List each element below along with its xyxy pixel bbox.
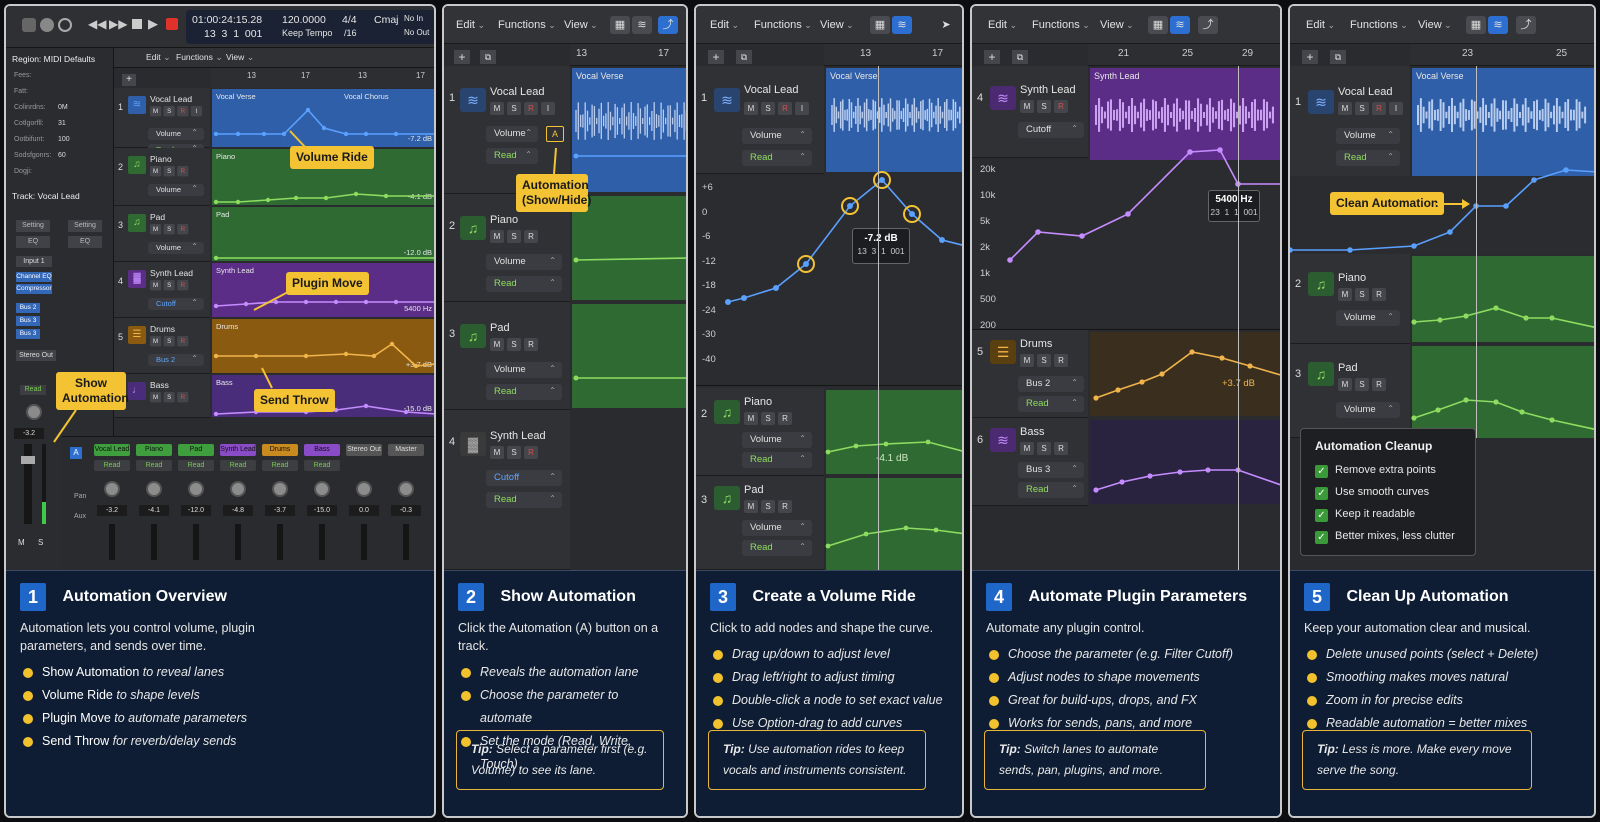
- panel-volume-ride: Edit Functions View ▦ ≋ ➤ + ⧉ 13 17 1 ≋ …: [694, 4, 964, 818]
- bullet: Choose the parameter (e.g. Filter Cutoff…: [986, 643, 1266, 666]
- bullet: Reveals the automation lane: [458, 661, 672, 684]
- panel-plugin-parameters: Edit Functions View ▦ ≋ ⤴ + ⧉ 21 25 29 4…: [970, 4, 1282, 818]
- callout-arrow: [553, 147, 557, 175]
- panel-automation-overview: ◀◀ ▶▶ ▶ 01:00:24:15.28 13 3 1 001 120.00…: [4, 4, 436, 818]
- lower-automation-curves[interactable]: [696, 6, 962, 570]
- logic-window: ◀◀ ▶▶ ▶ 01:00:24:15.28 13 3 1 001 120.00…: [6, 6, 434, 570]
- step-intro: Keep your automation clear and musical.: [1304, 621, 1531, 635]
- checklist-text: Remove extra points: [1335, 464, 1436, 476]
- tip-box: Tip: Use automation rides to keep vocals…: [708, 730, 926, 790]
- step-title: Show Automation: [500, 588, 636, 605]
- automation-node[interactable]: [1115, 387, 1121, 393]
- checklist-text: Use smooth curves: [1335, 486, 1430, 498]
- step-intro: Click the Automation (A) button on a tra…: [458, 621, 659, 653]
- step-title: Create a Volume Ride: [752, 588, 916, 605]
- automation-node[interactable]: [853, 443, 859, 449]
- bullet: Volume Ride to shape levels: [20, 684, 420, 707]
- step-number: 2: [458, 583, 484, 611]
- automation-node[interactable]: [825, 449, 831, 455]
- bullet: Choose the parameter to automate: [458, 684, 672, 730]
- checklist-text: Keep it readable: [1335, 508, 1416, 520]
- logic-window: Edit Functions View ▦ ≋ ⤴ + ⧉ 21 25 29 4…: [972, 6, 1280, 570]
- automation-node[interactable]: [883, 441, 889, 447]
- tip-box: Tip: Select a parameter first (e.g. Volu…: [456, 730, 664, 790]
- panel-show-automation: Edit Functions View ▦ ≋ ⤴ + ⧉ 13 17 1≋Vo…: [442, 4, 688, 818]
- automation-node[interactable]: [1139, 379, 1145, 385]
- automation-node[interactable]: [1247, 363, 1253, 369]
- step-card-3: 3 Create a Volume Ride Click to add node…: [696, 570, 962, 816]
- automation-node[interactable]: [825, 543, 831, 549]
- step-bullets: Choose the parameter (e.g. Filter Cutoff…: [986, 643, 1266, 735]
- automation-node[interactable]: [1093, 395, 1099, 401]
- step-number: 4: [986, 583, 1012, 611]
- automation-node[interactable]: [925, 439, 931, 445]
- bullet: Plugin Move to automate parameters: [20, 707, 420, 730]
- checkmark-icon: ✓: [1315, 531, 1328, 544]
- automation-node[interactable]: [863, 531, 869, 537]
- step-intro: Click to add nodes and shape the curve.: [710, 621, 934, 635]
- bullet: Delete unused points (select + Delete): [1304, 643, 1580, 666]
- automation-node[interactable]: [903, 525, 909, 531]
- drums-send-curve[interactable]: [1095, 351, 1280, 399]
- step-card-4: 4 Automate Plugin Parameters Automate an…: [972, 570, 1280, 816]
- automation-node[interactable]: [1205, 467, 1211, 473]
- step-intro: Automation lets you control volume, plug…: [20, 621, 255, 653]
- bullet: Drag up/down to adjust level: [710, 643, 948, 666]
- step-title: Automation Overview: [62, 588, 227, 605]
- bullet: Zoom in for precise edits: [1304, 689, 1580, 712]
- automation-node[interactable]: [1093, 487, 1099, 493]
- pad-curve[interactable]: [827, 527, 962, 547]
- logic-window: Edit Functions View ▦ ≋ ⤴ + ⧉ 23 25 1 ≋ …: [1290, 6, 1594, 570]
- step-intro: Automate any plugin control.: [986, 621, 1145, 635]
- step-bullets: Delete unused points (select + Delete) S…: [1304, 643, 1580, 735]
- automation-node[interactable]: [1147, 473, 1153, 479]
- automation-node[interactable]: [1219, 355, 1225, 361]
- step-title: Clean Up Automation: [1346, 588, 1509, 605]
- bullet: Double-click a node to set exact value: [710, 689, 948, 712]
- bullet: Show Automation to reveal lanes: [20, 661, 420, 684]
- step-bullets: Show Automation to reveal lanes Volume R…: [20, 661, 420, 753]
- bullet: Send Throw for reverb/delay sends: [20, 730, 420, 753]
- automation-node[interactable]: [933, 527, 939, 533]
- tip-box: Tip: Less is more. Make every move serve…: [1302, 730, 1532, 790]
- tip-box: Tip: Switch lanes to automate sends, pan…: [984, 730, 1206, 790]
- step-bullets: Drag up/down to adjust level Drag left/r…: [710, 643, 948, 735]
- logic-window: Edit Functions View ▦ ≋ ⤴ + ⧉ 13 17 1≋Vo…: [444, 6, 686, 570]
- send-automation-curves[interactable]: [972, 6, 1280, 570]
- piano-curve[interactable]: [827, 441, 962, 453]
- bullet: Adjust nodes to shape movements: [986, 666, 1266, 689]
- checkmark-icon: ✓: [1315, 465, 1328, 478]
- bullet: Smoothing makes moves natural: [1304, 666, 1580, 689]
- checklist-text: Better mixes, less clutter: [1335, 530, 1455, 542]
- automation-node[interactable]: [1189, 349, 1195, 355]
- checkmark-icon: ✓: [1315, 509, 1328, 522]
- callout-arrows: [53, 130, 307, 443]
- step-card-2: 2 Show Automation Click the Automation (…: [444, 570, 686, 816]
- step-card-5: 5 Clean Up Automation Keep your automati…: [1290, 570, 1594, 816]
- automation-cleanup-box: Automation Cleanup ✓ Remove extra points ✓…: [1300, 428, 1476, 556]
- automation-node[interactable]: [1177, 469, 1183, 475]
- step-title: Automate Plugin Parameters: [1028, 588, 1248, 605]
- step-card-1: 1 Automation Overview Automation lets yo…: [6, 570, 434, 816]
- step-number: 5: [1304, 583, 1330, 611]
- playhead[interactable]: [1238, 66, 1239, 570]
- step-number: 1: [20, 583, 46, 611]
- bullet: Great for build-ups, drops, and FX: [986, 689, 1266, 712]
- cleanup-title: Automation Cleanup: [1315, 439, 1433, 453]
- automation-node[interactable]: [1159, 371, 1165, 377]
- bullet: Drag left/right to adjust timing: [710, 666, 948, 689]
- step-number: 3: [710, 583, 736, 611]
- playhead[interactable]: [878, 66, 879, 570]
- logic-window: Edit Functions View ▦ ≋ ➤ + ⧉ 13 17 1 ≋ …: [696, 6, 962, 570]
- checkmark-icon: ✓: [1315, 487, 1328, 500]
- automation-node[interactable]: [1119, 479, 1125, 485]
- panel-clean-up: Edit Functions View ▦ ≋ ⤴ + ⧉ 23 25 1 ≋ …: [1288, 4, 1596, 818]
